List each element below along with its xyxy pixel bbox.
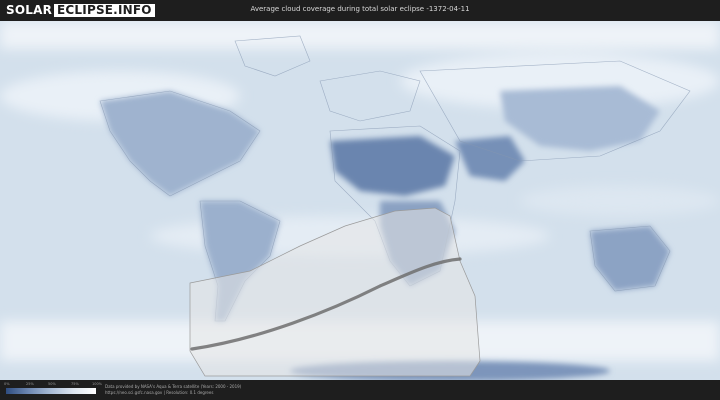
legend-tick: 50% bbox=[48, 382, 56, 386]
cloud-coverage-map bbox=[0, 21, 720, 380]
legend-tick: 100% bbox=[92, 382, 103, 386]
legend-tick: 0% bbox=[4, 382, 10, 386]
credit-line-2[interactable]: https://neo.sci.gsfc.nasa.gov | Resoluti… bbox=[105, 390, 241, 396]
page-title: Average cloud coverage during total sola… bbox=[250, 5, 470, 13]
legend-tick: 75% bbox=[71, 382, 79, 386]
map-svg bbox=[0, 21, 720, 380]
legend-tick: 25% bbox=[26, 382, 34, 386]
data-credit: Data provided by NASA's Aqua & Terra sat… bbox=[105, 384, 241, 396]
cloud-cover-legend bbox=[6, 388, 96, 394]
